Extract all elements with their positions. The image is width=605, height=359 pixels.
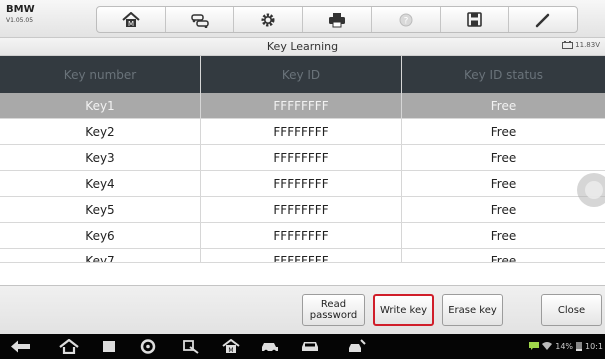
help-button[interactable]: ?	[372, 7, 441, 32]
wifi-icon	[542, 342, 553, 350]
svg-text:M: M	[228, 347, 233, 354]
key-table: Key number Key ID Key ID status Key1 FFF…	[0, 56, 605, 263]
home-button[interactable]: M	[97, 7, 166, 32]
battery-icon	[576, 342, 583, 351]
key-id-cell: FFFFFFFF	[201, 223, 402, 248]
battery-percent: 14%	[555, 341, 574, 351]
vehicle-swap-button[interactable]	[166, 7, 235, 32]
key-status-cell: Free	[490, 254, 517, 263]
key-status-cell: Free	[490, 150, 517, 165]
key-status-cell: Free	[490, 202, 517, 217]
table-row[interactable]: Key6 FFFFFFFF Free	[0, 223, 605, 249]
maxi-home-icon[interactable]: M	[222, 339, 240, 354]
key-status-cell: Free	[490, 124, 517, 139]
top-toolbar: BMW V1.05.05 M ?	[0, 0, 605, 38]
battery-voltage: 11.83V	[562, 41, 600, 49]
browser-icon[interactable]	[139, 339, 157, 354]
home-nav-icon[interactable]	[58, 339, 80, 354]
write-key-button[interactable]: Write key	[373, 294, 434, 326]
key-number-cell: Key7	[0, 249, 201, 262]
key-id-cell: FFFFFFFF	[201, 145, 402, 170]
scroll-handle[interactable]	[577, 173, 605, 207]
column-header-key-id-status: Key ID status	[463, 67, 544, 82]
svg-text:M: M	[128, 20, 134, 28]
table-row[interactable]: Key2 FFFFFFFF Free	[0, 119, 605, 145]
save-icon	[467, 12, 482, 27]
column-header-key-number: Key number	[0, 56, 201, 93]
key-id-cell: FFFFFFFF	[201, 119, 402, 144]
column-header-key-id: Key ID	[201, 56, 402, 93]
table-row[interactable]: Key5 FFFFFFFF Free	[0, 197, 605, 223]
status-area: 14% 10:1	[529, 341, 603, 351]
system-nav-bar: M 14% 10:1	[0, 334, 605, 359]
back-icon[interactable]	[10, 339, 32, 354]
key-status-cell: Free	[490, 176, 517, 191]
key-number-cell: Key2	[0, 119, 201, 144]
key-id-cell: FFFFFFFF	[201, 93, 402, 118]
key-number-cell: Key5	[0, 197, 201, 222]
toolbar-buttons: M ?	[96, 6, 578, 33]
key-status-cell: Free	[490, 228, 517, 243]
screen-capture-icon[interactable]	[182, 339, 200, 354]
svg-text:?: ?	[403, 16, 408, 26]
title-bar: Key Learning 11.83V	[0, 38, 605, 56]
key-number-cell: Key3	[0, 145, 201, 170]
settings-gear-icon	[261, 13, 275, 26]
key-number-cell: Key4	[0, 171, 201, 196]
app-version: V1.05.05	[6, 17, 34, 24]
key-status-cell: Free	[490, 98, 517, 113]
recent-apps-icon[interactable]	[100, 339, 118, 354]
print-button[interactable]	[303, 7, 372, 32]
key-id-cell: FFFFFFFF	[201, 197, 402, 222]
table-row[interactable]: Key4 FFFFFFFF Free	[0, 171, 605, 197]
table-header: Key number Key ID Key ID status	[0, 56, 605, 93]
home-icon: M	[122, 11, 140, 28]
car-service-icon[interactable]	[347, 339, 367, 354]
settings-button[interactable]	[234, 7, 304, 32]
save-button[interactable]	[441, 7, 510, 32]
car-icon[interactable]	[300, 339, 320, 354]
clock: 10:1	[585, 341, 603, 351]
vehicle-swap-icon	[190, 13, 209, 28]
brand-name: BMW	[6, 4, 35, 15]
help-icon: ?	[399, 13, 413, 26]
key-number-cell: Key6	[0, 223, 201, 248]
voltage-value: 11.83V	[575, 41, 600, 49]
close-button[interactable]: Close	[541, 294, 602, 326]
brand: BMW V1.05.05	[6, 5, 35, 24]
car-battery-icon	[562, 41, 574, 49]
key-id-cell: FFFFFFFF	[201, 171, 402, 196]
pen-button[interactable]	[509, 7, 577, 32]
read-password-button[interactable]: Read password	[302, 294, 365, 326]
table-row[interactable]: Key7 FFFFFFFF Free	[0, 249, 605, 263]
table-row[interactable]: Key1 FFFFFFFF Free	[0, 93, 605, 119]
pen-icon	[535, 13, 550, 27]
table-row[interactable]: Key3 FFFFFFFF Free	[0, 145, 605, 171]
key-number-cell: Key1	[0, 93, 201, 118]
message-icon	[529, 342, 540, 350]
page-title: Key Learning	[266, 40, 339, 53]
vci-car-icon[interactable]	[260, 339, 280, 354]
action-bar: Read password Write key Erase key Close	[0, 285, 605, 335]
print-icon	[329, 12, 346, 27]
erase-key-button[interactable]: Erase key	[442, 294, 503, 326]
key-id-cell: FFFFFFFF	[201, 249, 402, 262]
